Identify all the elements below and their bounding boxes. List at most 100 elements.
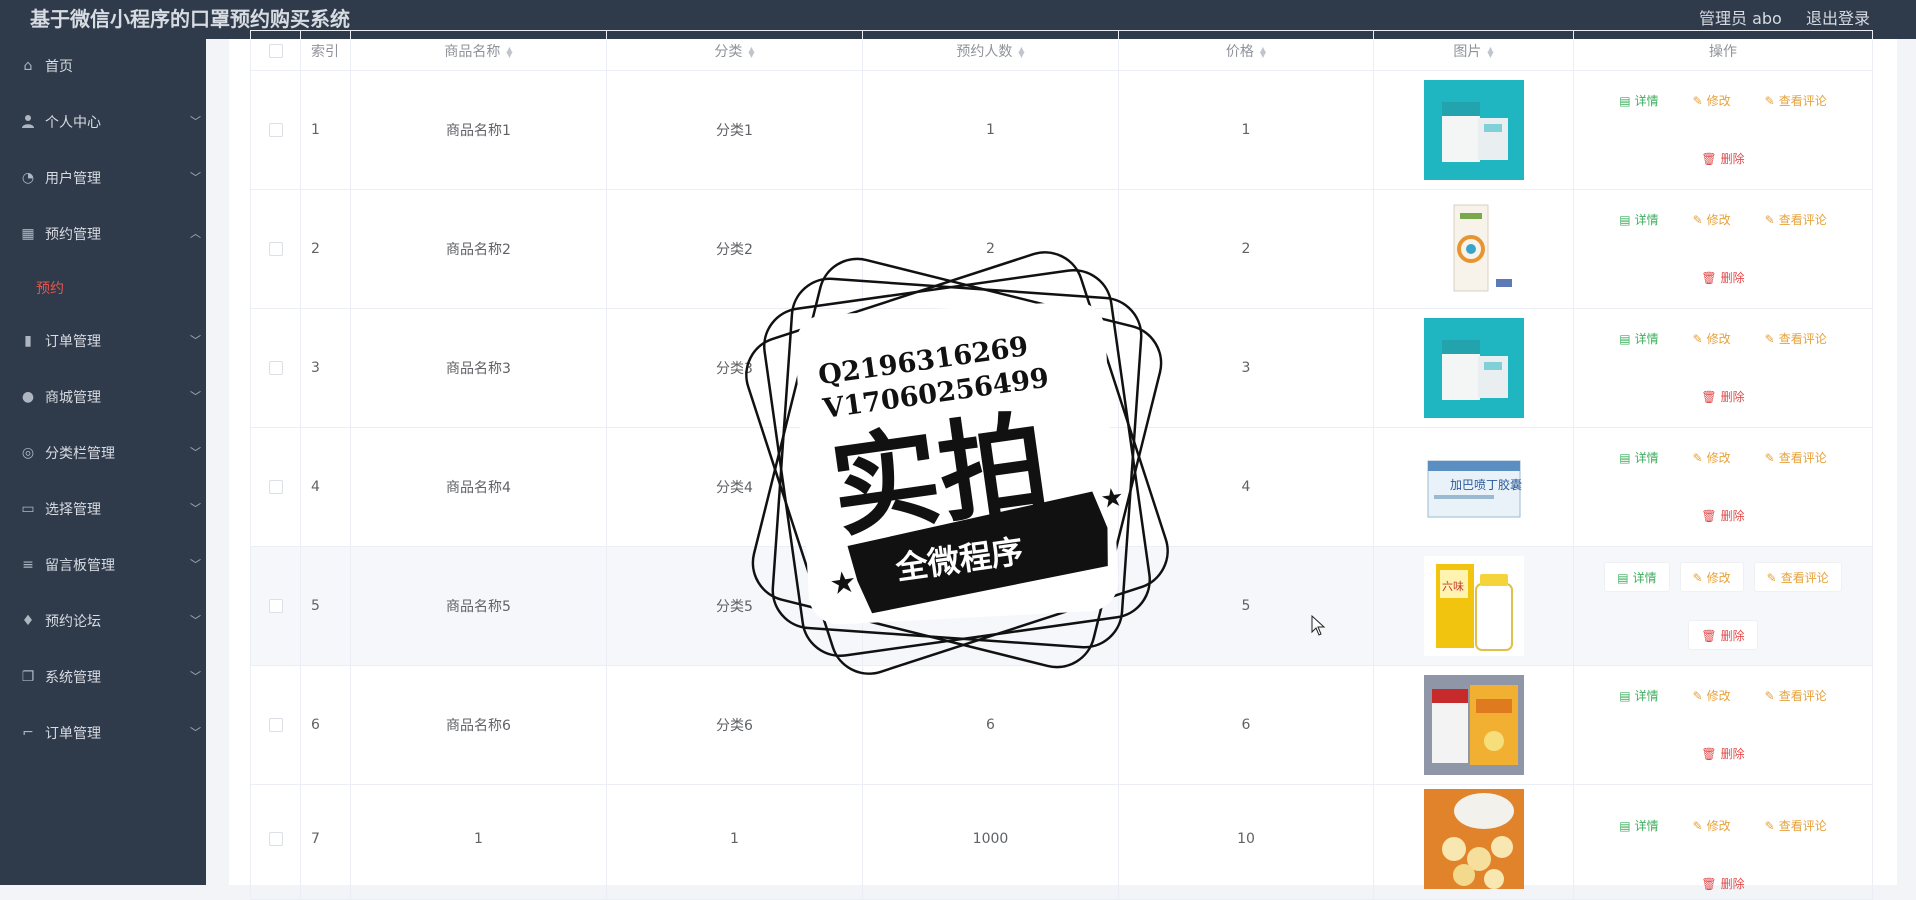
detail-label: 详情 [1634, 689, 1659, 703]
edit-button[interactable]: ✎ 修改 [1681, 443, 1743, 473]
sidebar-item-users[interactable]: ◔ 用户管理 ﹀ [0, 157, 206, 199]
detail-button[interactable]: ▤ 详情 [1607, 811, 1670, 841]
review-label: 查看评论 [1778, 332, 1827, 346]
product-thumbnail[interactable]: 加巴喷丁胶囊 [1423, 437, 1524, 537]
sort-icon[interactable]: ▲ ▼ [1487, 45, 1493, 58]
detail-button[interactable]: ▤ 详情 [1607, 324, 1670, 354]
sidebar-item-mall[interactable]: ● 商城管理 ﹀ [0, 376, 206, 418]
sidebar-item-label: 订单管理 [45, 726, 101, 742]
price-cell: 3 [1118, 308, 1374, 428]
view-reviews-button[interactable]: ✎ 查看评论 [1753, 562, 1842, 592]
delete-button[interactable]: 🗑 删除 [1689, 382, 1756, 412]
sidebar-item-personal[interactable]: 个人中心 ﹀ [0, 101, 206, 143]
row-checkbox[interactable] [268, 718, 283, 732]
detail-button[interactable]: ▤ 详情 [1607, 681, 1670, 711]
trash-icon: 🗑 [1701, 747, 1717, 761]
sidebar-item-orders-2[interactable]: ⌐ 订单管理 ﹀ [0, 712, 206, 754]
pencil-icon: ✎ [1764, 451, 1775, 465]
table-row: 3 商品名称3 分类3 3 3 ▤ 详情 ✎ 修改 ✎ 查看评论 🗑 删除 [250, 308, 1873, 428]
image-cell [1373, 784, 1574, 900]
delete-button[interactable]: 🗑 删除 [1688, 620, 1758, 650]
sidebar-item-category[interactable]: ◎ 分类栏管理 ﹀ [0, 432, 206, 474]
product-thumbnail[interactable] [1423, 199, 1524, 299]
edit-button[interactable]: ✎ 修改 [1681, 811, 1743, 841]
row-checkbox[interactable] [268, 361, 283, 375]
product-thumbnail[interactable] [1423, 80, 1524, 180]
edit-button[interactable]: ✎ 修改 [1681, 324, 1743, 354]
sidebar-item-messageboard[interactable]: ≡ 留言板管理 ﹀ [0, 544, 206, 586]
detail-button[interactable]: ▤ 详情 [1604, 562, 1670, 592]
row-checkbox[interactable] [268, 832, 283, 846]
detail-label: 详情 [1634, 451, 1659, 465]
header-count[interactable]: 预约人数 ▲ ▼ [862, 30, 1119, 71]
edit-button[interactable]: ✎ 修改 [1679, 562, 1744, 592]
edit-label: 修改 [1706, 213, 1731, 227]
sidebar-item-home[interactable]: ⌂ 首页 [0, 45, 206, 87]
view-reviews-button[interactable]: ✎ 查看评论 [1753, 324, 1839, 354]
product-thumbnail[interactable] [1423, 675, 1524, 775]
edit-button[interactable]: ✎ 修改 [1681, 86, 1743, 116]
detail-button[interactable]: ▤ 详情 [1607, 205, 1670, 235]
detail-label: 详情 [1634, 332, 1659, 346]
chevron-down-icon: ﹀ [190, 726, 201, 739]
table-row: 5 商品名称5 分类5 5 5 六味 ▤ 详情 ✎ 修改 ✎ 查看评论 🗑 删除 [250, 546, 1873, 666]
row-checkbox[interactable] [268, 480, 283, 494]
delete-label: 删除 [1720, 509, 1745, 523]
sidebar-subitem-reservation[interactable]: 预约 [0, 268, 206, 306]
header-image[interactable]: 图片 ▲ ▼ [1373, 30, 1574, 71]
review-label: 查看评论 [1778, 213, 1827, 227]
view-reviews-button[interactable]: ✎ 查看评论 [1753, 205, 1839, 235]
detail-button[interactable]: ▤ 详情 [1607, 86, 1670, 116]
sort-icon[interactable]: ▲ ▼ [748, 45, 754, 58]
view-reviews-button[interactable]: ✎ 查看评论 [1753, 681, 1839, 711]
delete-label: 删除 [1720, 747, 1745, 761]
delete-button[interactable]: 🗑 删除 [1689, 739, 1756, 769]
user-icon [20, 114, 36, 130]
sort-icon[interactable]: ▲ ▼ [1018, 45, 1024, 58]
header-category[interactable]: 分类 ▲ ▼ [606, 30, 863, 71]
document-icon: ▤ [1619, 213, 1631, 227]
trash-icon: 🗑 [1701, 390, 1717, 404]
logout-link[interactable]: 退出登录 [1806, 5, 1870, 29]
sidebar-item-system[interactable]: ❐ 系统管理 ﹀ [0, 656, 206, 698]
row-checkbox[interactable] [268, 123, 283, 137]
sidebar-item-selection[interactable]: ▭ 选择管理 ﹀ [0, 488, 206, 530]
sidebar-item-orders[interactable]: ▮ 订单管理 ﹀ [0, 320, 206, 362]
sidebar-item-forum[interactable]: ♦ 预约论坛 ﹀ [0, 600, 206, 642]
sidebar-item-reservations[interactable]: ▦ 预约管理 ︿ [0, 213, 206, 255]
select-cell [250, 70, 301, 190]
view-reviews-button[interactable]: ✎ 查看评论 [1753, 443, 1839, 473]
chart-icon: ▦ [21, 226, 35, 242]
sidebar-item-label: 选择管理 [45, 502, 101, 518]
product-thumbnail[interactable] [1423, 318, 1524, 418]
header-name[interactable]: 商品名称 ▲ ▼ [350, 30, 607, 71]
detail-button[interactable]: ▤ 详情 [1607, 443, 1670, 473]
edit-label: 修改 [1706, 819, 1731, 833]
image-cell [1373, 189, 1574, 309]
sort-icon[interactable]: ▲ ▼ [1260, 45, 1266, 58]
chevron-down-icon: ﹀ [190, 502, 201, 515]
delete-button[interactable]: 🗑 删除 [1689, 501, 1756, 531]
trash-icon: 🗑 [1701, 271, 1717, 285]
edit-button[interactable]: ✎ 修改 [1681, 205, 1743, 235]
row-checkbox[interactable] [268, 599, 283, 613]
header-label: 商品名称 [444, 43, 501, 60]
row-checkbox[interactable] [268, 242, 283, 256]
view-reviews-button[interactable]: ✎ 查看评论 [1753, 86, 1839, 116]
chevron-down-icon: ﹀ [190, 614, 201, 627]
header-price[interactable]: 价格 ▲ ▼ [1118, 30, 1374, 71]
view-reviews-button[interactable]: ✎ 查看评论 [1753, 811, 1839, 841]
name-cell: 商品名称4 [350, 427, 607, 547]
category-cell: 分类1 [606, 70, 863, 190]
delete-label: 删除 [1720, 271, 1745, 285]
document-icon: ▤ [1619, 689, 1631, 703]
sort-icon[interactable]: ▲ ▼ [506, 45, 512, 58]
product-thumbnail[interactable]: 六味 [1423, 556, 1524, 656]
delete-button[interactable]: 🗑 删除 [1689, 263, 1756, 293]
delete-button[interactable]: 🗑 删除 [1689, 144, 1756, 174]
select-all-checkbox[interactable] [268, 43, 283, 58]
delete-button[interactable]: 🗑 删除 [1689, 869, 1756, 899]
product-thumbnail[interactable] [1423, 789, 1524, 889]
header-label: 分类 [714, 43, 743, 60]
edit-button[interactable]: ✎ 修改 [1681, 681, 1743, 711]
